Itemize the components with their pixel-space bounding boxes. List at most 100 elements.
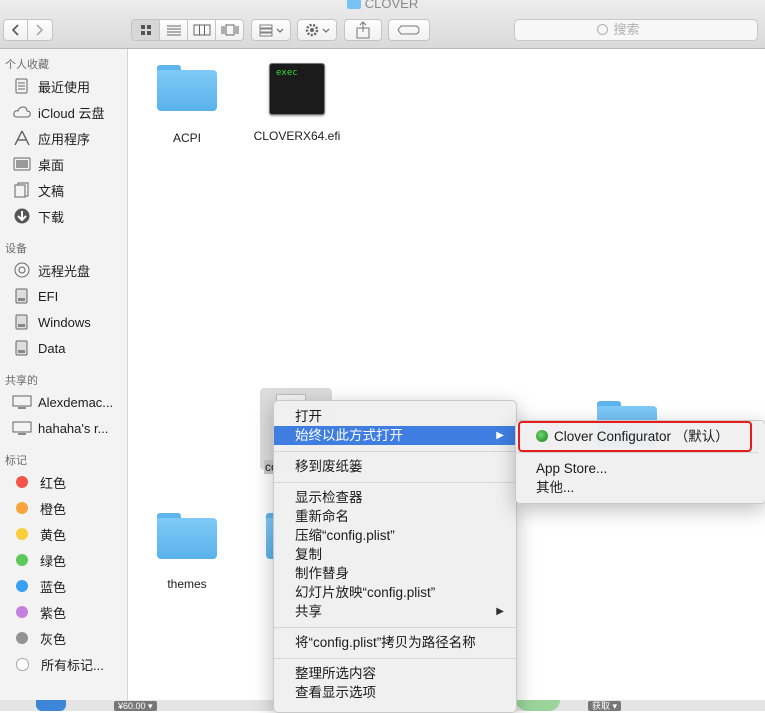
list-icon — [167, 25, 181, 36]
menu-item-view-options[interactable]: 查看显示选项 — [274, 683, 516, 702]
file-item-cloverx64[interactable]: exec CLOVERX64.efi — [242, 63, 352, 143]
sidebar-tag-yellow[interactable]: 黄色 — [12, 524, 124, 544]
column-view-button[interactable] — [188, 19, 216, 41]
search-field[interactable] — [514, 19, 758, 41]
chevron-right-icon — [36, 24, 44, 36]
tag-button[interactable] — [388, 19, 430, 41]
submenu-arrow-icon: ▶ — [496, 606, 504, 617]
grid-icon — [141, 25, 151, 35]
tag-dot-icon — [16, 476, 28, 488]
disk-icon — [12, 288, 32, 304]
submenu-arrow-icon: ▶ — [496, 430, 504, 441]
sidebar-tag-purple[interactable]: 紫色 — [12, 602, 124, 622]
share-button[interactable] — [344, 19, 382, 41]
sidebar-item-shared-alex[interactable]: Alexdemac... — [12, 392, 124, 412]
context-menu: 打开 始终以此方式打开 ▶ 移到废纸篓 显示检查器 重新命名 压缩“config… — [273, 400, 517, 713]
executable-icon: exec — [269, 63, 325, 115]
tag-dot-icon — [16, 554, 28, 566]
menu-item-make-alias[interactable]: 制作替身 — [274, 564, 516, 583]
sidebar-item-efi[interactable]: EFI — [12, 286, 124, 306]
annotation-highlight-box — [518, 421, 752, 452]
desktop-icon — [12, 156, 32, 172]
list-view-button[interactable] — [160, 19, 188, 41]
menu-separator — [274, 658, 516, 659]
menu-item-clean-up[interactable]: 整理所选内容 — [274, 664, 516, 683]
menu-item-move-to-trash[interactable]: 移到废纸篓 — [274, 457, 516, 476]
menu-item-copy-path[interactable]: 将“config.plist”拷贝为路径名称 — [274, 633, 516, 652]
tag-dot-icon — [16, 502, 28, 514]
icloud-icon — [12, 104, 32, 120]
menu-item-open-with[interactable]: 始终以此方式打开 ▶ — [274, 426, 516, 445]
menu-separator — [516, 452, 758, 453]
sidebar-all-tags[interactable]: 所有标记... — [12, 654, 124, 674]
search-input[interactable] — [611, 21, 676, 38]
sidebar-tag-gray[interactable]: 灰色 — [12, 628, 124, 648]
gear-icon — [305, 23, 330, 37]
file-item-themes[interactable]: themes — [132, 513, 242, 591]
submenu-item-app-store[interactable]: App Store... — [516, 459, 765, 478]
sidebar-item-desktop[interactable]: 桌面 — [12, 154, 124, 174]
sidebar-item-remote-disc[interactable]: 远程光盘 — [12, 260, 124, 280]
folder-icon — [157, 65, 217, 111]
view-mode-control — [131, 19, 244, 41]
menu-item-rename[interactable]: 重新命名 — [274, 507, 516, 526]
menu-item-quick-look[interactable]: 幻灯片放映“config.plist” — [274, 583, 516, 602]
menu-item-compress[interactable]: 压缩“config.plist” — [274, 526, 516, 545]
sidebar-section-devices: 设备 — [5, 243, 27, 255]
menu-item-share[interactable]: 共享 ▶ — [274, 602, 516, 621]
sidebar-item-applications[interactable]: 应用程序 — [12, 128, 124, 148]
remote-disc-icon — [12, 262, 32, 278]
menu-separator — [274, 627, 516, 628]
menu-item-get-info[interactable]: 显示检查器 — [274, 488, 516, 507]
recents-icon — [12, 78, 32, 94]
search-icon — [596, 24, 608, 35]
sidebar-item-documents[interactable]: 文稿 — [12, 180, 124, 200]
sidebar-item-icloud[interactable]: iCloud 云盘 — [12, 102, 124, 122]
arrange-icon — [259, 24, 284, 37]
share-icon — [356, 21, 370, 39]
folder-icon — [157, 513, 217, 559]
arrange-button[interactable] — [251, 19, 291, 41]
price-badge[interactable]: ¥60.00 ▾ — [114, 701, 157, 711]
forward-button[interactable] — [28, 19, 53, 41]
sidebar-item-recents[interactable]: 最近使用 — [12, 76, 124, 96]
disk-icon — [12, 314, 32, 330]
tag-dot-icon — [16, 580, 28, 592]
sidebar-tag-red[interactable]: 红色 — [12, 472, 124, 492]
sidebar-item-shared-hahaha[interactable]: hahaha's r... — [12, 418, 124, 438]
finder-toolbar: CLOVER — [0, 0, 765, 49]
tag-dot-icon — [16, 528, 28, 540]
sidebar-item-windows[interactable]: Windows — [12, 312, 124, 332]
sidebar-section-shared: 共享的 — [5, 375, 38, 387]
menu-item-duplicate[interactable]: 复制 — [274, 545, 516, 564]
sidebar-tag-orange[interactable]: 橙色 — [12, 498, 124, 518]
sidebar-tag-blue[interactable]: 蓝色 — [12, 576, 124, 596]
cover-flow-icon — [221, 24, 239, 36]
computer-icon — [12, 394, 32, 410]
sidebar-tag-green[interactable]: 绿色 — [12, 550, 124, 570]
disk-icon — [12, 340, 32, 356]
columns-icon — [193, 24, 211, 36]
icon-view-button[interactable] — [131, 19, 160, 41]
back-button[interactable] — [3, 19, 28, 41]
dock-app-icon — [516, 700, 560, 711]
menu-separator — [274, 482, 516, 483]
sidebar-item-downloads[interactable]: 下载 — [12, 206, 124, 226]
menu-item-open[interactable]: 打开 — [274, 407, 516, 426]
submenu-item-other[interactable]: 其他... — [516, 478, 765, 497]
action-button[interactable] — [297, 19, 337, 41]
file-item-acpi[interactable]: ACPI — [132, 65, 242, 145]
gallery-view-button[interactable] — [216, 19, 244, 41]
sidebar-item-data[interactable]: Data — [12, 338, 124, 358]
menu-separator — [274, 451, 516, 452]
sidebar-section-favorites: 个人收藏 — [5, 59, 49, 71]
dock-app-icon — [36, 700, 66, 711]
window-title: CLOVER — [0, 0, 765, 11]
tag-dot-icon — [16, 632, 28, 644]
tag-dot-icon — [16, 606, 28, 618]
downloads-icon — [12, 208, 32, 224]
computer-icon — [12, 420, 32, 436]
tag-icon — [397, 25, 420, 35]
folder-icon — [346, 0, 361, 9]
get-badge[interactable]: 获取 ▾ — [588, 701, 622, 711]
